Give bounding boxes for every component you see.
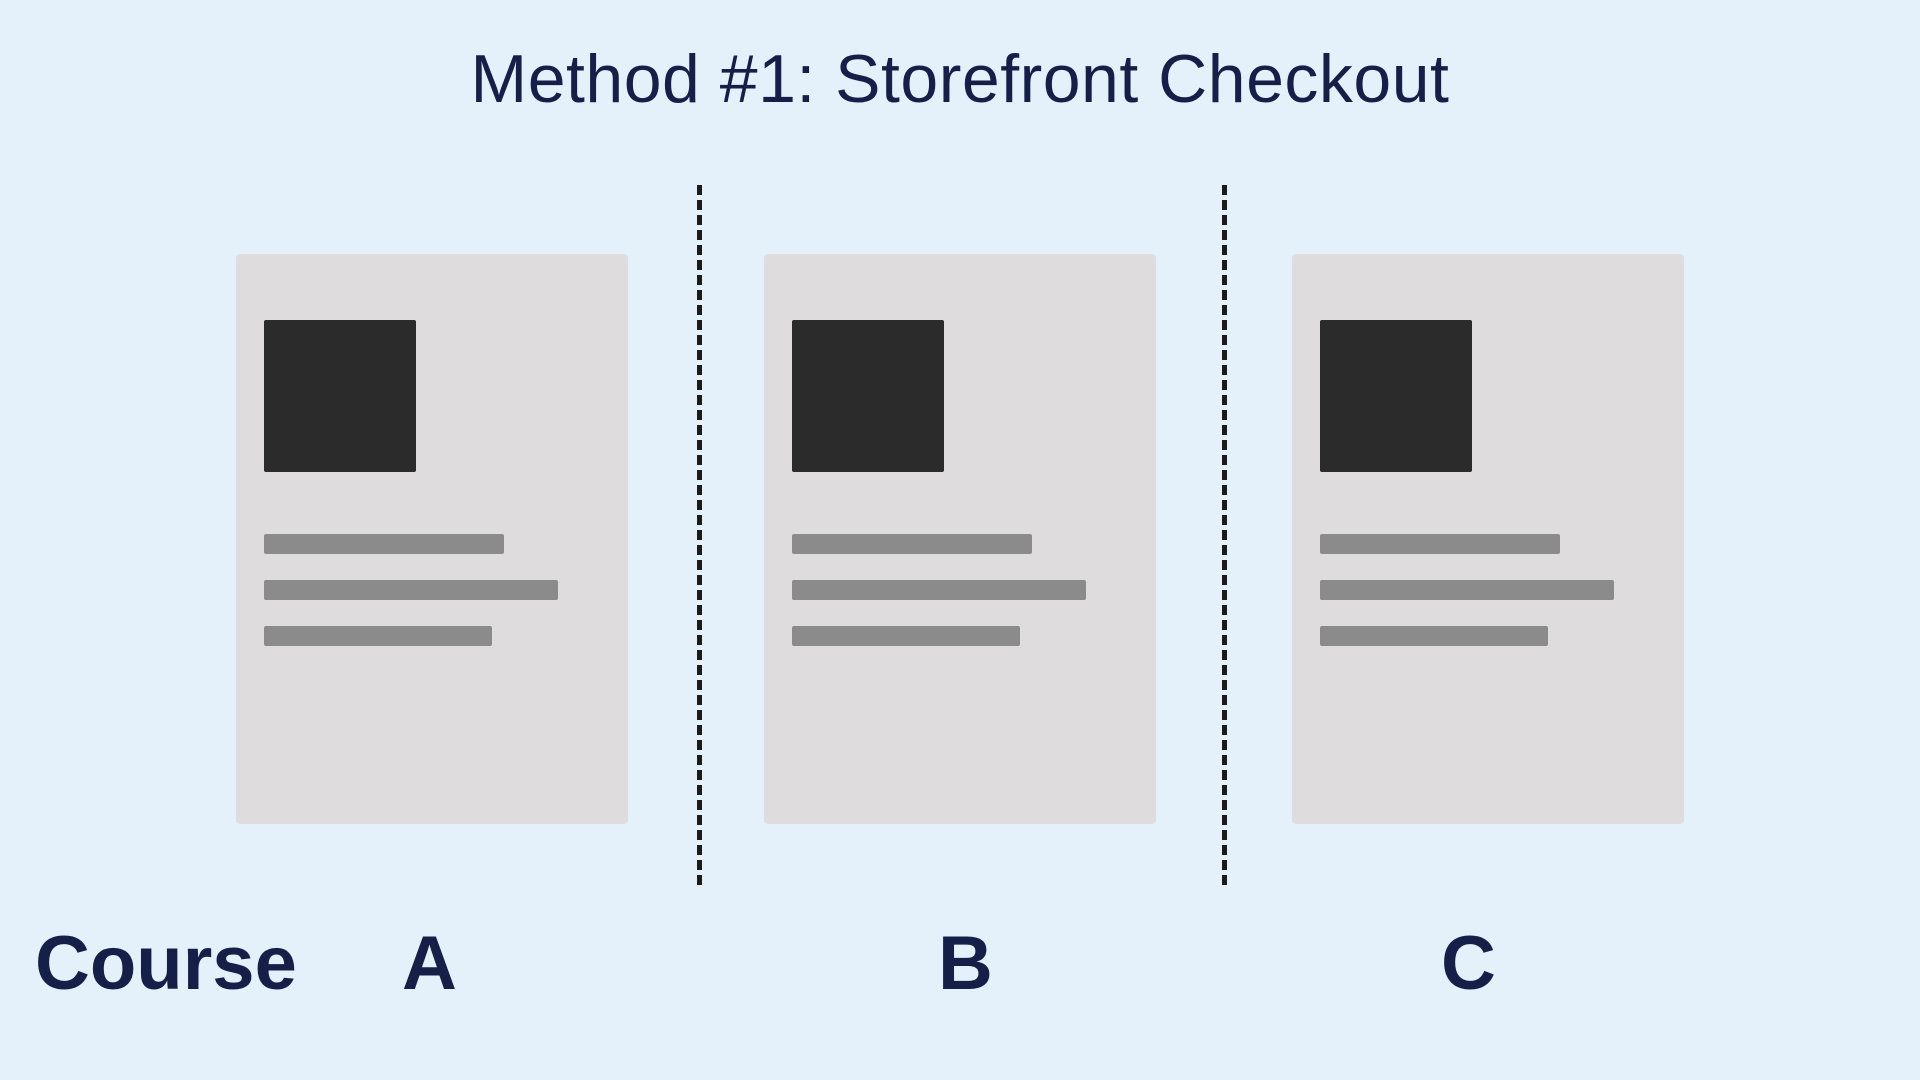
placeholder-line: [1320, 626, 1548, 646]
placeholder-line: [792, 580, 1086, 600]
divider-dashed: [1222, 185, 1227, 885]
card-text-placeholder: [792, 534, 1086, 672]
placeholder-line: [264, 626, 492, 646]
card-text-placeholder: [1320, 534, 1614, 672]
course-card-c: [1292, 254, 1684, 824]
label-course: Course: [35, 920, 297, 1007]
course-card-b: [764, 254, 1156, 824]
placeholder-line: [264, 580, 558, 600]
placeholder-line: [792, 534, 1032, 554]
placeholder-line: [264, 534, 504, 554]
page-title: Method #1: Storefront Checkout: [0, 40, 1920, 118]
placeholder-line: [1320, 580, 1614, 600]
cards-row: [0, 254, 1920, 824]
placeholder-line: [792, 626, 1020, 646]
card-thumbnail-icon: [1320, 320, 1472, 472]
label-a: A: [402, 920, 457, 1007]
label-b: B: [938, 920, 993, 1007]
divider-dashed: [697, 185, 702, 885]
bottom-labels: Course A B C: [0, 920, 1920, 1010]
card-text-placeholder: [264, 534, 558, 672]
card-thumbnail-icon: [264, 320, 416, 472]
placeholder-line: [1320, 534, 1560, 554]
course-card-a: [236, 254, 628, 824]
label-c: C: [1441, 920, 1496, 1007]
card-thumbnail-icon: [792, 320, 944, 472]
